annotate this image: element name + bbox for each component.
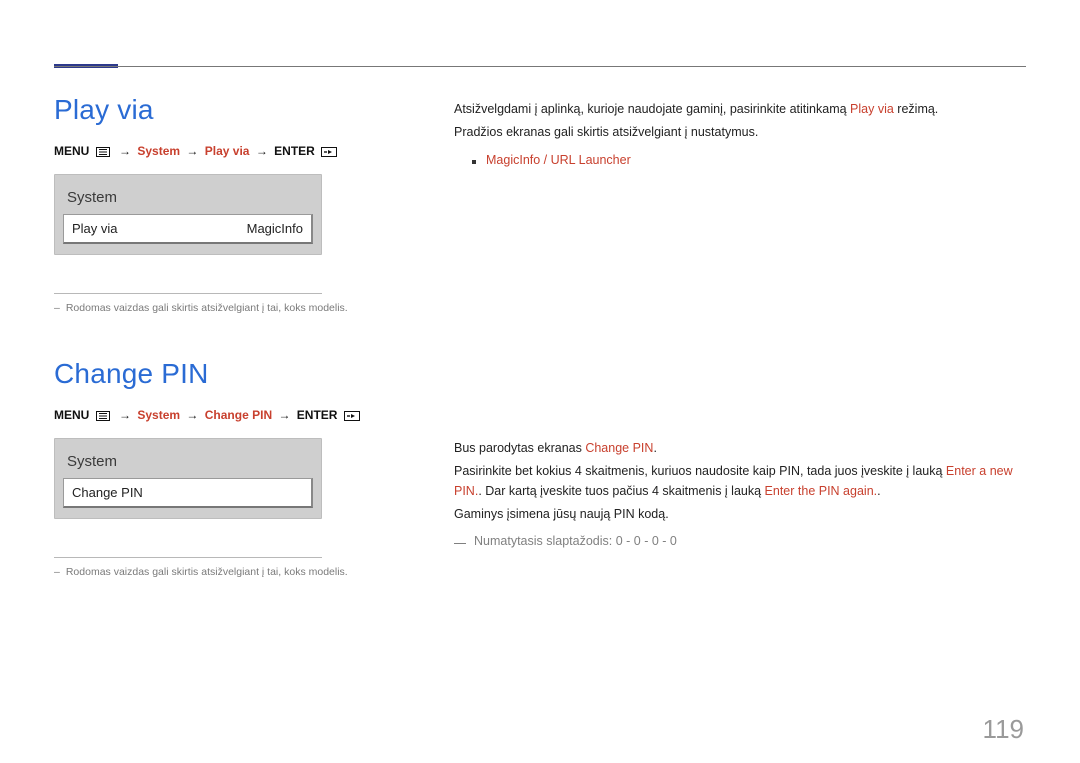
hl-change-pin: Change PIN	[585, 441, 653, 455]
para-env: Atsižvelgdami į aplinką, kurioje naudoja…	[454, 100, 1026, 119]
dash-icon: –	[54, 566, 60, 578]
bullet-magicinfo: MagicInfo / URL Launcher	[454, 153, 1026, 167]
right-column: Atsižvelgdami į aplinką, kurioje naudoja…	[454, 94, 1026, 578]
row-label: Play via	[72, 221, 118, 236]
panel-row-play-via: Play via MagicInfo	[63, 214, 313, 244]
text: režimą.	[894, 102, 938, 116]
section-change-pin: Change PIN MENU → System → Change PIN → …	[54, 358, 406, 578]
section-heading-play-via: Play via	[54, 94, 406, 126]
note-bar-icon	[454, 543, 466, 548]
para-home: Pradžios ekranas gali skirtis atsižvelgi…	[454, 123, 1026, 142]
model-note: –Rodomas vaizdas gali skirtis atsižvelgi…	[54, 302, 394, 314]
enter-icon	[321, 146, 337, 160]
row-value: MagicInfo	[247, 221, 303, 236]
menu-icon	[96, 146, 110, 160]
para-remember: Gaminys įsimena jūsų naują PIN kodą.	[454, 505, 1026, 524]
header-rule	[54, 58, 1026, 68]
menu-icon	[96, 410, 110, 424]
arrow-icon: →	[119, 408, 131, 422]
bullet-text: MagicInfo / URL Launcher	[486, 153, 631, 167]
hl-play-via: Play via	[850, 102, 894, 116]
path-system: System	[137, 144, 180, 158]
enter-icon	[344, 410, 360, 424]
hl-enter-pin-again: Enter the PIN again.	[765, 484, 878, 498]
left-column: Play via MENU → System → Play via → ENTE…	[54, 94, 406, 578]
text: .	[653, 441, 656, 455]
note-text: Numatytasis slaptažodis: 0 - 0 - 0 - 0	[474, 534, 677, 548]
enter-label: ENTER	[297, 408, 338, 422]
arrow-icon: →	[119, 144, 131, 158]
text: . Dar kartą įveskite tuos pačius 4 skait…	[478, 484, 764, 498]
section-heading-change-pin: Change PIN	[54, 358, 406, 390]
note-text: Rodomas vaizdas gali skirtis atsižvelgia…	[66, 302, 348, 314]
system-panel-change-pin: System Change PIN	[54, 438, 322, 519]
text: Pasirinkite bet kokius 4 skaitmenis, kur…	[454, 464, 946, 478]
panel-row-change-pin: Change PIN	[63, 478, 313, 508]
text: Atsižvelgdami į aplinką, kurioje naudoja…	[454, 102, 850, 116]
enter-label: ENTER	[274, 144, 315, 158]
path-play-via: Play via	[205, 144, 250, 158]
note-text: Rodomas vaizdas gali skirtis atsižvelgia…	[66, 566, 348, 578]
menu-path-play-via: MENU → System → Play via → ENTER	[54, 144, 406, 160]
manual-page: Play via MENU → System → Play via → ENTE…	[0, 0, 1080, 763]
panel-title: System	[63, 449, 313, 478]
menu-path-change-pin: MENU → System → Change PIN → ENTER	[54, 408, 406, 424]
divider	[54, 293, 322, 294]
panel-title: System	[63, 185, 313, 214]
model-note: –Rodomas vaizdas gali skirtis atsižvelgi…	[54, 566, 394, 578]
header-divider	[54, 66, 1026, 67]
text: .	[877, 484, 880, 498]
para-enter-pin: Pasirinkite bet kokius 4 skaitmenis, kur…	[454, 462, 1026, 501]
menu-label: MENU	[54, 408, 89, 422]
right-block-change-pin: Bus parodytas ekranas Change PIN. Pasiri…	[454, 439, 1026, 549]
para-screen: Bus parodytas ekranas Change PIN.	[454, 439, 1026, 458]
dash-icon: –	[54, 302, 60, 314]
arrow-icon: →	[186, 144, 198, 158]
default-password-note: Numatytasis slaptažodis: 0 - 0 - 0 - 0	[454, 534, 1026, 548]
system-panel-play-via: System Play via MagicInfo	[54, 174, 322, 255]
arrow-icon: →	[278, 408, 290, 422]
menu-label: MENU	[54, 144, 89, 158]
content-columns: Play via MENU → System → Play via → ENTE…	[54, 94, 1026, 578]
divider	[54, 557, 322, 558]
path-change-pin: Change PIN	[205, 408, 272, 422]
bullet-icon	[472, 160, 476, 164]
row-label: Change PIN	[72, 485, 143, 500]
arrow-icon: →	[186, 408, 198, 422]
text: Bus parodytas ekranas	[454, 441, 585, 455]
page-number: 119	[983, 714, 1024, 745]
path-system: System	[137, 408, 180, 422]
arrow-icon: →	[256, 144, 268, 158]
